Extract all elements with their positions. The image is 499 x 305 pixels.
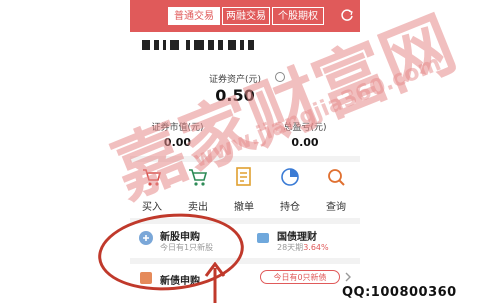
- document-icon: [236, 167, 251, 186]
- tab-margin-trade[interactable]: 两融交易: [222, 7, 270, 25]
- top-tab-bar: 普通交易 两融交易 个股期权: [130, 0, 360, 32]
- contact-qq: QQ:100800360: [342, 285, 457, 300]
- pie-chart-icon: [281, 168, 299, 186]
- assets-label: 证券资产(元): [208, 75, 262, 85]
- arrow-annotation: [204, 262, 226, 303]
- assets-value: 0.50: [215, 86, 255, 105]
- divider: [130, 156, 360, 162]
- refresh-icon[interactable]: [340, 8, 354, 22]
- treasury-rate: 3.64%: [303, 243, 329, 252]
- cancel-order-label: 撤单: [234, 202, 254, 213]
- treasury-subtitle: 28天期3.64%: [277, 243, 329, 252]
- eye-icon[interactable]: [275, 72, 285, 82]
- new-bond-badge: 今日有0只新债: [260, 270, 340, 284]
- positions-label: 持仓: [280, 202, 300, 213]
- tab-normal-trade[interactable]: 普通交易: [168, 7, 220, 25]
- pnl-value: 0.00: [291, 136, 319, 149]
- account-number-masked: [142, 40, 282, 52]
- chevron-right-icon: [345, 272, 351, 282]
- treasury-title: 国债理财: [277, 232, 317, 243]
- cancel-order-button[interactable]: 撤单: [224, 166, 264, 213]
- market-value: 0.00: [163, 136, 192, 149]
- buy-button[interactable]: 买入: [132, 166, 172, 213]
- pnl-label: 总盈亏(元): [283, 123, 327, 133]
- tab-stock-options[interactable]: 个股期权: [272, 7, 324, 25]
- treasury-icon: [257, 233, 269, 243]
- query-label: 查询: [326, 202, 346, 213]
- sell-button[interactable]: 卖出: [178, 166, 218, 213]
- positions-button[interactable]: 持仓: [270, 166, 310, 213]
- sell-label: 卖出: [188, 202, 208, 213]
- cart-icon: [189, 169, 208, 186]
- magnifier-icon: [328, 169, 345, 186]
- market-value-label: 证券市值(元): [151, 123, 204, 133]
- cart-icon: [143, 169, 162, 186]
- buy-label: 买入: [142, 202, 162, 213]
- query-button[interactable]: 查询: [316, 166, 356, 213]
